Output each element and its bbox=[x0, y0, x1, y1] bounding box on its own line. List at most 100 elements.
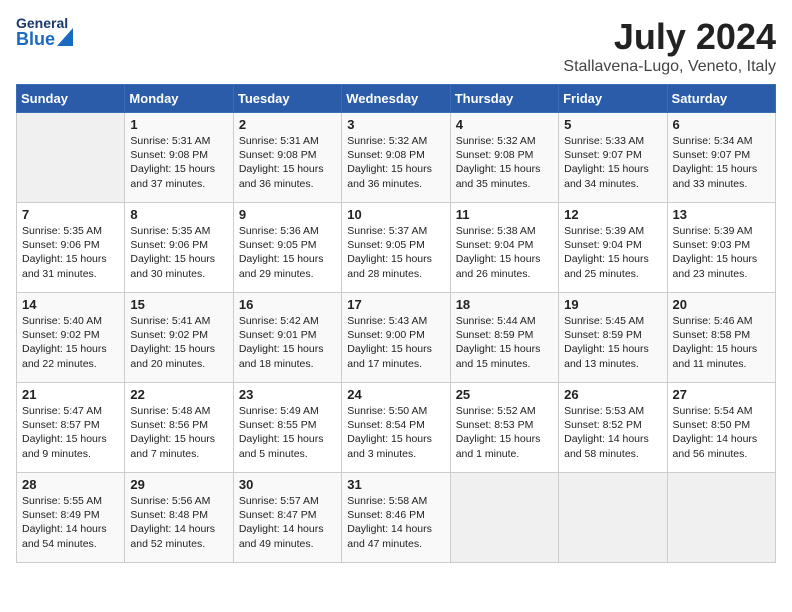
cell-info-line: and 52 minutes. bbox=[130, 537, 227, 551]
calendar-cell: 3Sunrise: 5:32 AMSunset: 9:08 PMDaylight… bbox=[342, 113, 450, 203]
cell-info-line: Daylight: 15 hours bbox=[564, 342, 661, 356]
cell-info-line: and 29 minutes. bbox=[239, 267, 336, 281]
cell-info-line: Sunrise: 5:41 AM bbox=[130, 314, 227, 328]
cell-info-line: Sunset: 9:04 PM bbox=[564, 238, 661, 252]
cell-info-line: Sunset: 9:08 PM bbox=[239, 148, 336, 162]
cell-info-line: Daylight: 15 hours bbox=[456, 432, 553, 446]
cell-info-line: Sunset: 9:04 PM bbox=[456, 238, 553, 252]
page-title: July 2024 bbox=[563, 16, 776, 58]
cell-info-line: Daylight: 15 hours bbox=[456, 252, 553, 266]
calendar-cell: 24Sunrise: 5:50 AMSunset: 8:54 PMDayligh… bbox=[342, 383, 450, 473]
cell-info-line: Daylight: 15 hours bbox=[456, 162, 553, 176]
calendar-cell: 16Sunrise: 5:42 AMSunset: 9:01 PMDayligh… bbox=[233, 293, 341, 383]
calendar-cell: 8Sunrise: 5:35 AMSunset: 9:06 PMDaylight… bbox=[125, 203, 233, 293]
cell-info-line: Sunrise: 5:40 AM bbox=[22, 314, 119, 328]
cell-info-line: Daylight: 14 hours bbox=[347, 522, 444, 536]
cell-info-line: and 37 minutes. bbox=[130, 177, 227, 191]
day-number: 10 bbox=[347, 207, 444, 222]
cell-info-line: Sunrise: 5:31 AM bbox=[130, 134, 227, 148]
weekday-header: Thursday bbox=[450, 85, 558, 113]
cell-info-line: and 35 minutes. bbox=[456, 177, 553, 191]
cell-info-line: Sunrise: 5:43 AM bbox=[347, 314, 444, 328]
cell-info-line: Sunrise: 5:38 AM bbox=[456, 224, 553, 238]
cell-info-line: Sunrise: 5:36 AM bbox=[239, 224, 336, 238]
calendar-cell: 21Sunrise: 5:47 AMSunset: 8:57 PMDayligh… bbox=[17, 383, 125, 473]
cell-info-line: Sunset: 8:54 PM bbox=[347, 418, 444, 432]
logo-blue: Blue bbox=[16, 30, 55, 48]
calendar-header-row: SundayMondayTuesdayWednesdayThursdayFrid… bbox=[17, 85, 776, 113]
calendar-cell: 12 Sunrise: 5:39 AMSunset: 9:04 PMDayligh… bbox=[559, 203, 667, 293]
cell-info-line: and 13 minutes. bbox=[564, 357, 661, 371]
cell-info-line: and 9 minutes. bbox=[22, 447, 119, 461]
day-number: 19 bbox=[564, 297, 661, 312]
day-number: 15 bbox=[130, 297, 227, 312]
cell-info-line: Sunset: 8:47 PM bbox=[239, 508, 336, 522]
calendar-cell bbox=[559, 473, 667, 563]
cell-info-line: and 23 minutes. bbox=[673, 267, 770, 281]
day-number: 13 bbox=[673, 207, 770, 222]
day-number: 16 bbox=[239, 297, 336, 312]
calendar-cell: 26Sunrise: 5:53 AMSunset: 8:52 PMDayligh… bbox=[559, 383, 667, 473]
cell-info-line: Sunrise: 5:52 AM bbox=[456, 404, 553, 418]
cell-info-line: Sunrise: 5:32 AM bbox=[456, 134, 553, 148]
cell-info-line: Daylight: 15 hours bbox=[564, 252, 661, 266]
cell-info-line: and 7 minutes. bbox=[130, 447, 227, 461]
cell-info-line: Daylight: 15 hours bbox=[347, 252, 444, 266]
cell-info-line: Sunrise: 5:47 AM bbox=[22, 404, 119, 418]
day-number: 23 bbox=[239, 387, 336, 402]
cell-info-line: Daylight: 15 hours bbox=[673, 342, 770, 356]
day-number: 8 bbox=[130, 207, 227, 222]
cell-info-line: and 49 minutes. bbox=[239, 537, 336, 551]
cell-info-line: Daylight: 14 hours bbox=[22, 522, 119, 536]
calendar-cell: 14Sunrise: 5:40 AMSunset: 9:02 PMDayligh… bbox=[17, 293, 125, 383]
cell-info-line: Daylight: 15 hours bbox=[130, 432, 227, 446]
cell-info-line: and 28 minutes. bbox=[347, 267, 444, 281]
cell-info-line: Sunrise: 5:56 AM bbox=[130, 494, 227, 508]
calendar-cell: 25Sunrise: 5:52 AMSunset: 8:53 PMDayligh… bbox=[450, 383, 558, 473]
cell-info-line: Sunset: 8:59 PM bbox=[456, 328, 553, 342]
cell-info-line: Sunrise: 5:48 AM bbox=[130, 404, 227, 418]
title-block: July 2024 Stallavena-Lugo, Veneto, Italy bbox=[563, 16, 776, 76]
day-number: 5 bbox=[564, 117, 661, 132]
cell-info-line: Sunset: 8:53 PM bbox=[456, 418, 553, 432]
cell-info-line: and 47 minutes. bbox=[347, 537, 444, 551]
cell-info-line: Sunset: 8:57 PM bbox=[22, 418, 119, 432]
calendar-cell: 5Sunrise: 5:33 AMSunset: 9:07 PMDaylight… bbox=[559, 113, 667, 203]
calendar-cell: 30Sunrise: 5:57 AMSunset: 8:47 PMDayligh… bbox=[233, 473, 341, 563]
cell-info-line: Sunrise: 5:53 AM bbox=[564, 404, 661, 418]
day-number: 12 bbox=[564, 207, 661, 222]
day-number: 6 bbox=[673, 117, 770, 132]
day-number: 29 bbox=[130, 477, 227, 492]
page-header: General Blue July 2024 Stallavena-Lugo, … bbox=[16, 16, 776, 76]
cell-info-line: Sunset: 9:07 PM bbox=[673, 148, 770, 162]
cell-info-line: Sunset: 8:52 PM bbox=[564, 418, 661, 432]
calendar-week-row: 21Sunrise: 5:47 AMSunset: 8:57 PMDayligh… bbox=[17, 383, 776, 473]
cell-info-line: Daylight: 15 hours bbox=[673, 162, 770, 176]
cell-info-line: and 26 minutes. bbox=[456, 267, 553, 281]
cell-info-line: Daylight: 14 hours bbox=[564, 432, 661, 446]
cell-info-line: and 36 minutes. bbox=[239, 177, 336, 191]
logo: General Blue bbox=[16, 16, 73, 48]
day-number: 27 bbox=[673, 387, 770, 402]
day-number: 3 bbox=[347, 117, 444, 132]
cell-info-line: Sunrise: 5:57 AM bbox=[239, 494, 336, 508]
day-number: 30 bbox=[239, 477, 336, 492]
cell-info-line: and 5 minutes. bbox=[239, 447, 336, 461]
cell-info-line: Sunrise: 5:39 AM bbox=[673, 224, 770, 238]
cell-info-line: Daylight: 15 hours bbox=[22, 432, 119, 446]
day-number: 14 bbox=[22, 297, 119, 312]
cell-info-line: and 15 minutes. bbox=[456, 357, 553, 371]
cell-info-line: and 20 minutes. bbox=[130, 357, 227, 371]
cell-info-line: Sunrise: 5:39 AM bbox=[564, 224, 661, 238]
cell-info-line: and 31 minutes. bbox=[22, 267, 119, 281]
calendar-cell: 23Sunrise: 5:49 AMSunset: 8:55 PMDayligh… bbox=[233, 383, 341, 473]
cell-info-line: Sunset: 8:50 PM bbox=[673, 418, 770, 432]
day-number: 9 bbox=[239, 207, 336, 222]
cell-info-line: Sunset: 9:07 PM bbox=[564, 148, 661, 162]
cell-info-line: Sunrise: 5:58 AM bbox=[347, 494, 444, 508]
calendar-cell: 20Sunrise: 5:46 AMSunset: 8:58 PMDayligh… bbox=[667, 293, 775, 383]
cell-info-line: Sunrise: 5:46 AM bbox=[673, 314, 770, 328]
cell-info-line: Daylight: 15 hours bbox=[130, 342, 227, 356]
weekday-header: Monday bbox=[125, 85, 233, 113]
cell-info-line: Daylight: 15 hours bbox=[673, 252, 770, 266]
